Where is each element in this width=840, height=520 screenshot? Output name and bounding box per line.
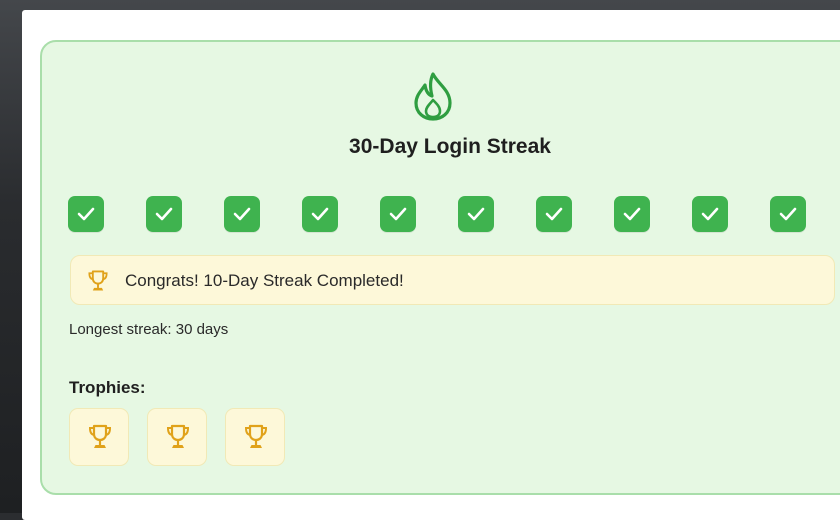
- trophy-icon: [88, 270, 108, 291]
- trophy-badge[interactable]: [69, 408, 129, 466]
- day-check: [692, 196, 728, 232]
- flame-icon: [414, 72, 452, 121]
- trophy-icon: [244, 424, 268, 448]
- checkmark-icon: [233, 207, 251, 221]
- trophy-badge[interactable]: [147, 408, 207, 466]
- trophies-heading: Trophies:: [69, 378, 146, 397]
- day-checks-row: [68, 196, 828, 232]
- day-check: [68, 196, 104, 232]
- checkmark-icon: [311, 207, 329, 221]
- checkmark-icon: [701, 207, 719, 221]
- day-check: [536, 196, 572, 232]
- day-check: [224, 196, 260, 232]
- checkmark-icon: [389, 207, 407, 221]
- day-check: [770, 196, 806, 232]
- trophy-badge[interactable]: [225, 408, 285, 466]
- checkmark-icon: [77, 207, 95, 221]
- trophy-icon: [166, 424, 190, 448]
- day-check: [458, 196, 494, 232]
- trophy-icon: [88, 424, 112, 448]
- day-check: [302, 196, 338, 232]
- checkmark-icon: [545, 207, 563, 221]
- checkmark-icon: [155, 207, 173, 221]
- day-check: [146, 196, 182, 232]
- checkmark-icon: [467, 207, 485, 221]
- day-check: [614, 196, 650, 232]
- checkmark-icon: [623, 207, 641, 221]
- day-check: [380, 196, 416, 232]
- congrats-message: Congrats! 10-Day Streak Completed!: [125, 271, 404, 290]
- checkmark-icon: [779, 207, 797, 221]
- congrats-banner: Congrats! 10-Day Streak Completed!: [70, 255, 835, 305]
- streak-title: 30-Day Login Streak: [349, 135, 551, 158]
- longest-streak-text: Longest streak: 30 days: [69, 321, 229, 338]
